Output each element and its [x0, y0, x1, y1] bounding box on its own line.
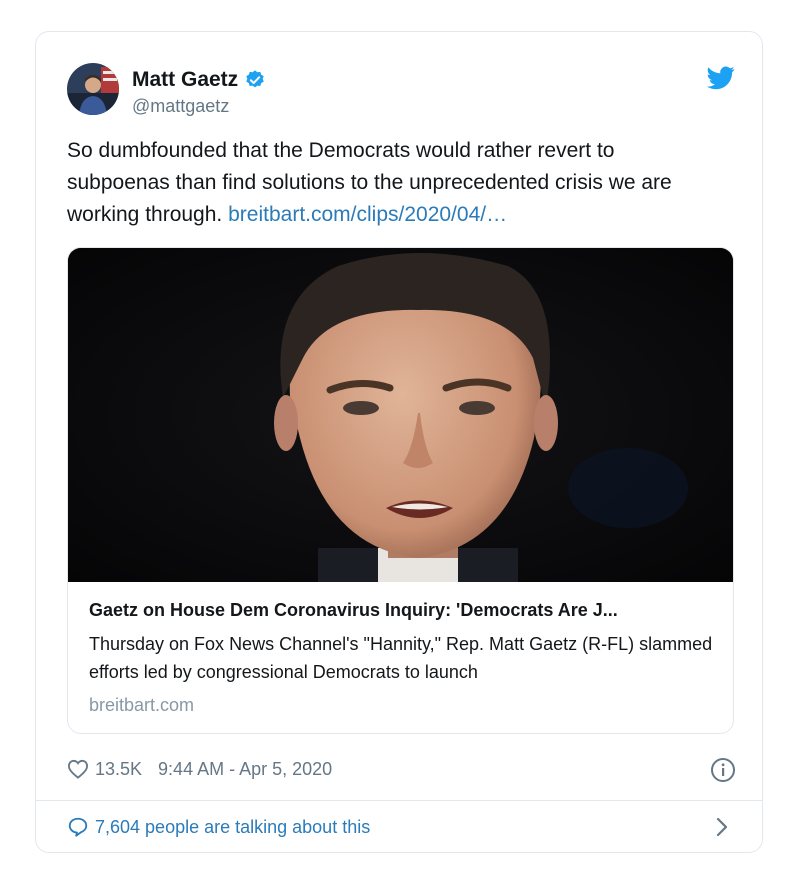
conversation-link[interactable]: 7,604 people are talking about this: [67, 812, 734, 842]
like-count[interactable]: 13.5K: [95, 759, 142, 780]
link-preview-domain: breitbart.com: [89, 695, 195, 715]
author-name[interactable]: Matt Gaetz: [132, 68, 238, 92]
divider: [36, 800, 762, 801]
tweet-card: Matt Gaetz @mattgaetz So dumbfounded tha…: [35, 31, 763, 853]
tweet-text: So dumbfounded that the Democrats would …: [67, 135, 717, 231]
link-preview-info[interactable]: Gaetz on House Dem Coronavirus Inquiry: …: [89, 598, 714, 718]
tweet-meta-row: 13.5K 9:44 AM - Apr 5, 2020: [67, 754, 736, 784]
talking-about-count[interactable]: 7,604 people are talking about this: [95, 817, 370, 838]
link-preview-image[interactable]: [68, 248, 733, 582]
author-handle[interactable]: @mattgaetz: [132, 96, 229, 117]
link-preview-description: Thursday on Fox News Channel's "Hannity,…: [89, 634, 713, 682]
chevron-right-icon[interactable]: [716, 817, 728, 837]
link-preview-title[interactable]: Gaetz on House Dem Coronavirus Inquiry: …: [89, 598, 714, 622]
tweet-timestamp[interactable]: 9:44 AM - Apr 5, 2020: [158, 759, 332, 780]
heart-icon[interactable]: [67, 759, 89, 779]
twitter-bird-icon[interactable]: [707, 66, 735, 90]
verified-badge-icon: [244, 69, 266, 91]
link-preview-card[interactable]: Gaetz on House Dem Coronavirus Inquiry: …: [67, 247, 734, 734]
author-name-row[interactable]: Matt Gaetz: [132, 68, 266, 92]
avatar[interactable]: [67, 63, 119, 115]
info-icon[interactable]: [710, 757, 736, 783]
speech-bubble-icon: [68, 817, 88, 837]
tweet-link[interactable]: breitbart.com/clips/2020/04/…: [228, 203, 507, 226]
